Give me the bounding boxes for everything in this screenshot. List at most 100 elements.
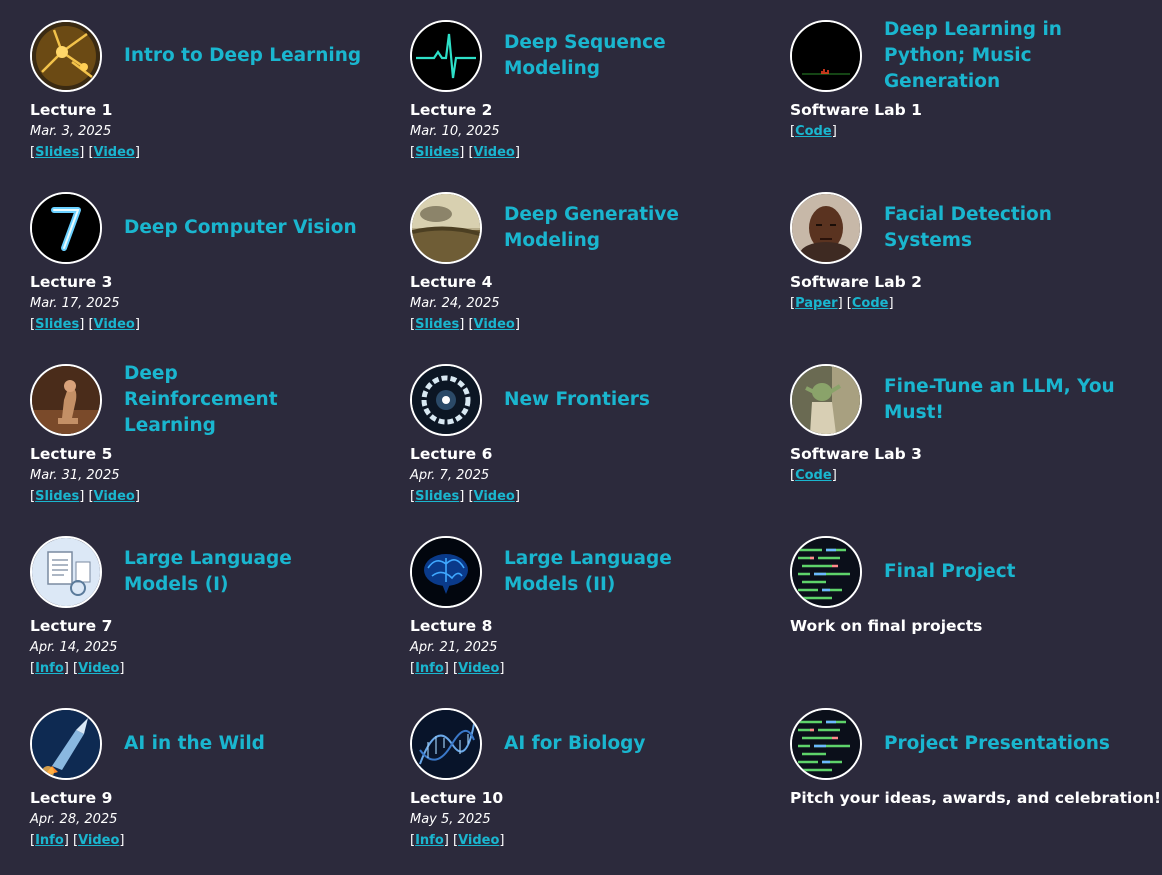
digit-seven-image[interactable] (30, 192, 102, 264)
card-links: [Code] (790, 124, 837, 139)
card-header: Intro to Deep Learning (30, 20, 390, 92)
video-link[interactable]: Video (78, 661, 119, 676)
code-link[interactable]: Code (795, 124, 832, 139)
video-link[interactable]: Video (458, 661, 499, 676)
card-date: Mar. 17, 2025 (30, 296, 120, 311)
code-link[interactable]: Code (852, 296, 889, 311)
neurons-image[interactable] (30, 20, 102, 92)
schedule-card: Deep Generative Modeling Lecture 4 Mar. 24… (410, 192, 770, 334)
card-title-link[interactable]: Project Presentations (884, 731, 1110, 757)
card-links: [Info] [Video] (410, 661, 505, 676)
slides-link[interactable]: Slides (415, 317, 459, 332)
dna-image[interactable] (410, 708, 482, 780)
slides-link[interactable]: Slides (35, 489, 79, 504)
card-links: [Slides] [Video] (410, 317, 520, 332)
card-title-link[interactable]: Fine-Tune an LLM, You Must! (884, 374, 1134, 426)
card-title-link[interactable]: Deep Learning in Python; Music Generatio… (884, 17, 1134, 95)
card-header: AI for Biology (410, 708, 770, 780)
schedule-card: Deep Reinforcement Learning Lecture 5 Mar.… (30, 361, 390, 506)
card-date: Mar. 3, 2025 (30, 124, 112, 139)
card-title-link[interactable]: AI for Biology (504, 731, 645, 757)
video-link[interactable]: Video (458, 833, 499, 848)
slides-link[interactable]: Slides (35, 317, 79, 332)
card-label: Lecture 2 (410, 101, 493, 119)
card-label: Software Lab 2 (790, 273, 922, 291)
code-screen-image[interactable] (790, 536, 862, 608)
paper-link[interactable]: Paper (795, 296, 838, 311)
card-label: Lecture 7 (30, 617, 113, 635)
card-label: Lecture 4 (410, 273, 493, 291)
schedule-card: AI in the Wild Lecture 9 Apr. 28, 2025 [Inf… (30, 708, 390, 850)
card-links: [Info] [Video] (30, 661, 125, 676)
card-title-link[interactable]: New Frontiers (504, 387, 650, 413)
video-link[interactable]: Video (78, 833, 119, 848)
card-date: Apr. 14, 2025 (30, 640, 118, 655)
card-title-link[interactable]: Deep Reinforcement Learning (124, 361, 314, 439)
info-link[interactable]: Info (415, 833, 444, 848)
schedule-card: Large Language Models (I) Lecture 7 Apr. 1… (30, 536, 390, 678)
face-image[interactable] (790, 192, 862, 264)
code-screen-image[interactable] (790, 708, 862, 780)
schedule-card: Large Language Models (II) Lecture 8 Apr. … (410, 536, 770, 678)
audio-waveform-image[interactable] (790, 20, 862, 92)
card-links: [Info] [Video] (410, 833, 505, 848)
video-link[interactable]: Video (474, 317, 515, 332)
card-date: Mar. 10, 2025 (410, 124, 500, 139)
card-header: Deep Generative Modeling (410, 192, 770, 264)
card-label: Lecture 3 (30, 273, 113, 291)
frontier-ring-image[interactable] (410, 364, 482, 436)
yoda-image[interactable] (790, 364, 862, 436)
card-date: Apr. 28, 2025 (30, 812, 118, 827)
heartbeat-image[interactable] (410, 20, 482, 92)
schedule-card: Final Project Work on final projects (790, 536, 1150, 636)
schedule-card: Facial Detection Systems Software Lab 2 [P… (790, 192, 1150, 313)
slides-link[interactable]: Slides (415, 489, 459, 504)
card-label: Lecture 6 (410, 445, 493, 463)
chess-image[interactable] (30, 364, 102, 436)
video-link[interactable]: Video (94, 489, 135, 504)
card-label: Lecture 1 (30, 101, 113, 119)
card-links: [Slides] [Video] (30, 145, 140, 160)
card-header: Facial Detection Systems (790, 192, 1150, 264)
card-title-link[interactable]: Large Language Models (I) (124, 546, 314, 598)
card-date: May 5, 2025 (410, 812, 491, 827)
video-link[interactable]: Video (94, 145, 135, 160)
schedule-card: Fine-Tune an LLM, You Must! Software Lab … (790, 364, 1150, 485)
video-link[interactable]: Video (474, 145, 515, 160)
card-title-link[interactable]: Final Project (884, 559, 1016, 585)
schedule-card: Deep Learning in Python; Music Generatio… (790, 17, 1150, 141)
card-title-link[interactable]: Deep Sequence Modeling (504, 30, 694, 82)
card-title-link[interactable]: Facial Detection Systems (884, 202, 1134, 254)
card-label: Lecture 8 (410, 617, 493, 635)
info-link[interactable]: Info (415, 661, 444, 676)
card-header: Project Presentations (790, 708, 1150, 780)
video-link[interactable]: Video (474, 489, 515, 504)
rocket-image[interactable] (30, 708, 102, 780)
info-link[interactable]: Info (35, 661, 64, 676)
card-title-link[interactable]: Deep Computer Vision (124, 215, 357, 241)
card-title-link[interactable]: AI in the Wild (124, 731, 265, 757)
card-header: Deep Sequence Modeling (410, 20, 770, 92)
card-header: Fine-Tune an LLM, You Must! (790, 364, 1150, 436)
card-links: [Slides] [Video] (410, 489, 520, 504)
card-label: Lecture 9 (30, 789, 113, 807)
card-header: New Frontiers (410, 364, 770, 436)
card-title-link[interactable]: Large Language Models (II) (504, 546, 694, 598)
info-link[interactable]: Info (35, 833, 64, 848)
card-label: Software Lab 1 (790, 101, 922, 119)
slides-link[interactable]: Slides (35, 145, 79, 160)
video-link[interactable]: Video (94, 317, 135, 332)
card-links: [Slides] [Video] (30, 489, 140, 504)
card-title-link[interactable]: Intro to Deep Learning (124, 43, 361, 69)
card-links: [Info] [Video] (30, 833, 125, 848)
landscape-painting-image[interactable] (410, 192, 482, 264)
card-title-link[interactable]: Deep Generative Modeling (504, 202, 694, 254)
card-header: Large Language Models (II) (410, 536, 770, 608)
brain-image[interactable] (410, 536, 482, 608)
code-link[interactable]: Code (795, 468, 832, 483)
slides-link[interactable]: Slides (415, 145, 459, 160)
schedule-card: Deep Sequence Modeling Lecture 2 Mar. 10, … (410, 20, 770, 162)
documents-image[interactable] (30, 536, 102, 608)
card-label: Pitch your ideas, awards, and celebratio… (790, 789, 1162, 807)
card-header: Deep Learning in Python; Music Generatio… (790, 17, 1150, 95)
